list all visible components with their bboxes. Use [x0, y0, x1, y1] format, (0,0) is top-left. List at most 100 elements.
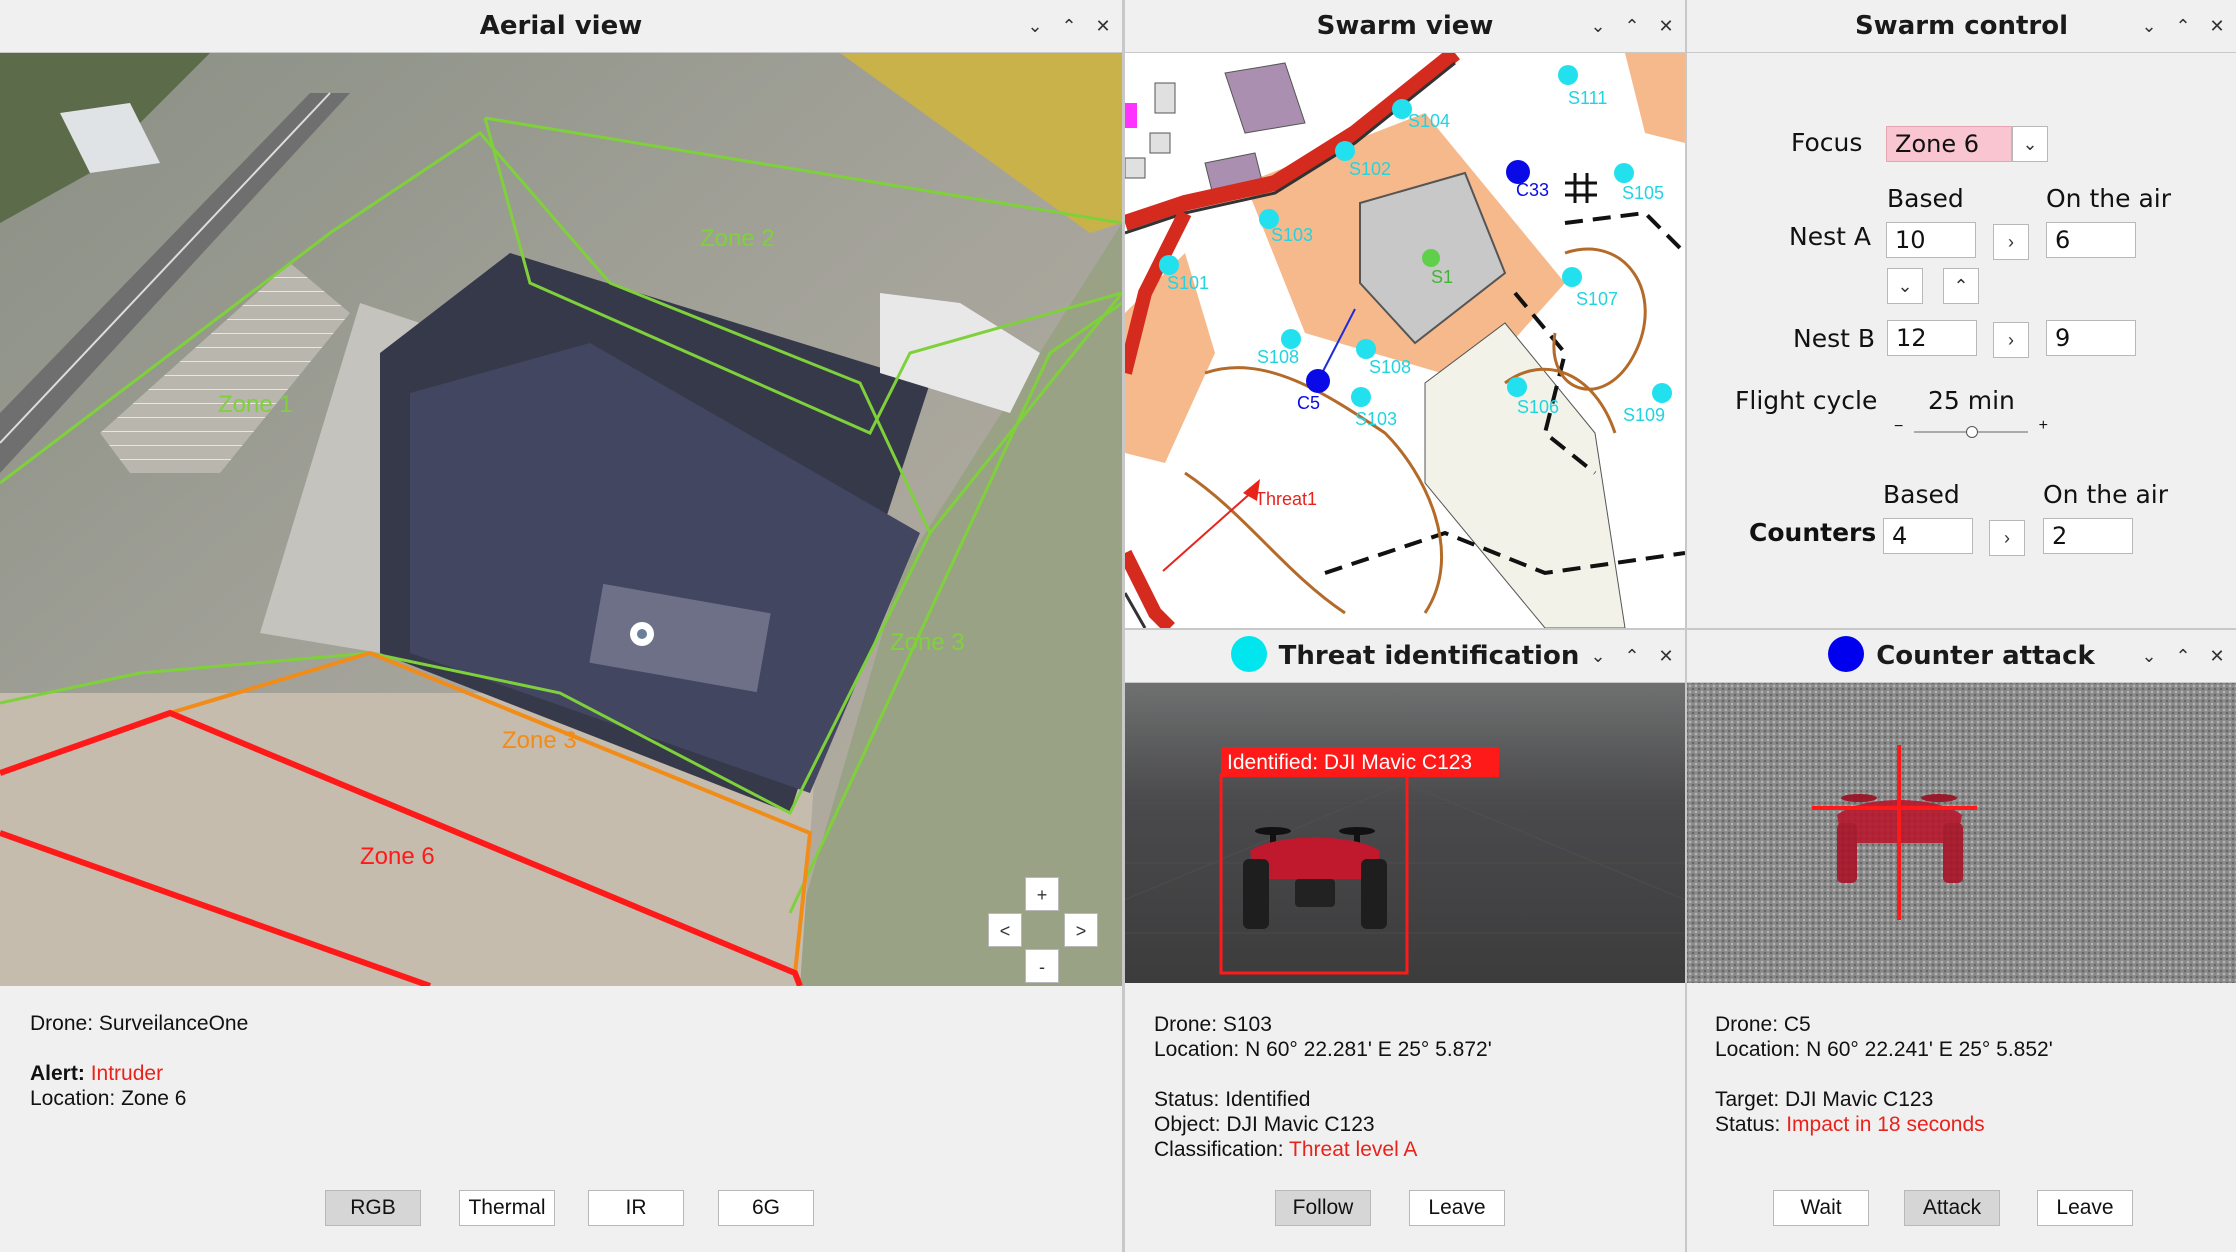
nest-a-increment-button[interactable]: ⌃ — [1943, 268, 1979, 304]
minimize-icon[interactable]: ⌄ — [1589, 638, 1607, 674]
nest-a-air-input[interactable]: 6 — [2046, 222, 2136, 258]
close-icon[interactable]: ✕ — [1657, 638, 1675, 674]
focus-label: Focus — [1791, 128, 1863, 157]
ir-button[interactable]: IR — [588, 1190, 684, 1226]
counters-based-input[interactable]: 4 — [1883, 518, 1973, 554]
aerial-view-title: Aerial view — [479, 11, 643, 41]
aerial-map[interactable]: Zone 2 Zone 1 Zone 3 Zone 3 Zone 6 + < >… — [0, 53, 1122, 986]
chevron-right-icon: › — [2004, 528, 2010, 548]
counter-attack-titlebar: Counter attack ⌄ ⌃ ✕ — [1687, 630, 2236, 683]
aerial-view-panel: Aerial view ⌄ ⌃ ✕ Zone 2 Zone 1 Zone 3 Z… — [0, 0, 1122, 1252]
drone-label-c33: C33 — [1516, 180, 1550, 200]
nest-b-transfer-button[interactable]: › — [1993, 322, 2029, 358]
follow-button[interactable]: Follow — [1275, 1190, 1371, 1226]
drone-label-s107: S107 — [1576, 289, 1619, 309]
close-icon[interactable]: ✕ — [1094, 8, 1112, 44]
threat-id-titlebar: Threat identification ⌄ ⌃ ✕ — [1125, 630, 1685, 683]
nest-b-based-input[interactable]: 12 — [1887, 320, 1977, 356]
attack-button[interactable]: Attack — [1904, 1190, 2000, 1226]
aerial-info: Drone: SurveilanceOne Alert: Intruder Lo… — [30, 1011, 248, 1111]
swarm-view-panel: Swarm view ⌄ ⌃ ✕ S111 S104 C33 S105 S102… — [1125, 0, 1685, 628]
slider-thumb[interactable] — [1966, 426, 1978, 438]
nest-a-transfer-button[interactable]: › — [1993, 224, 2029, 260]
counter-camera-feed — [1687, 683, 2236, 983]
zone-2-label: Zone 2 — [700, 225, 775, 252]
focus-select[interactable]: Zone 6 — [1886, 126, 2012, 162]
detection-label: Identified: DJI Mavic C123 — [1227, 751, 1473, 774]
minimize-icon[interactable]: ⌄ — [1589, 8, 1607, 44]
close-icon[interactable]: ✕ — [2208, 8, 2226, 44]
maximize-icon[interactable]: ⌃ — [1623, 638, 1641, 674]
zoom-out-button[interactable]: - — [1025, 949, 1059, 983]
zone-1-label: Zone 1 — [218, 391, 293, 418]
on-air-column-header: On the air — [2046, 184, 2171, 213]
drone-label-s111: S111 — [1568, 88, 1608, 108]
pan-right-button[interactable]: > — [1064, 913, 1098, 947]
drone-icon — [1243, 827, 1387, 929]
nest-a-decrement-button[interactable]: ⌄ — [1887, 268, 1923, 304]
flight-cycle-label: Flight cycle — [1735, 386, 1878, 415]
swarm-control-titlebar: Swarm control ⌄ ⌃ ✕ — [1687, 0, 2236, 53]
impact-countdown: Impact in 18 seconds — [1786, 1113, 1985, 1136]
drone-label-s102: S102 — [1349, 159, 1392, 179]
maximize-icon[interactable]: ⌃ — [2174, 638, 2192, 674]
drone-label-s101: S101 — [1167, 273, 1210, 293]
counters-air-input[interactable]: 2 — [2043, 518, 2133, 554]
nest-b-label: Nest B — [1793, 324, 1876, 353]
based-column-header: Based — [1887, 184, 1964, 213]
threat-identification-panel: Threat identification ⌄ ⌃ ✕ Identified: … — [1125, 630, 1685, 1252]
flight-cycle-value: 25 min — [1928, 386, 2015, 415]
swarm-control-panel: Swarm control ⌄ ⌃ ✕ Focus Zone 6 ⌄ Based… — [1687, 0, 2236, 628]
threat-object: Object: DJI Mavic C123 — [1154, 1113, 1375, 1136]
zone-3-label-right: Zone 3 — [890, 629, 965, 656]
minimize-icon[interactable]: ⌄ — [1026, 8, 1044, 44]
counter-target: Target: DJI Mavic C123 — [1715, 1088, 1934, 1111]
leave-button[interactable]: Leave — [1409, 1190, 1505, 1226]
aerial-location: Location: Zone 6 — [30, 1087, 187, 1110]
threat-dot-icon — [1230, 636, 1267, 672]
counters-transfer-button[interactable]: › — [1989, 520, 2025, 556]
focus-dropdown-button[interactable]: ⌄ — [2012, 126, 2048, 162]
zoom-in-button[interactable]: + — [1025, 877, 1059, 911]
drone-label-s108b: S108 — [1369, 357, 1412, 377]
counter-status: Status: Impact in 18 seconds — [1715, 1113, 1985, 1136]
threat-drone: Drone: S103 — [1154, 1013, 1272, 1036]
nest-b-air-input[interactable]: 9 — [2046, 320, 2136, 356]
maximize-icon[interactable]: ⌃ — [2174, 8, 2192, 44]
close-icon[interactable]: ✕ — [1657, 8, 1675, 44]
slider-plus-icon[interactable]: + — [2039, 417, 2048, 435]
drone-label-s108: S108 — [1257, 347, 1300, 367]
chevron-right-icon: › — [2008, 330, 2014, 350]
maximize-icon[interactable]: ⌃ — [1060, 8, 1078, 44]
leave-button[interactable]: Leave — [2037, 1190, 2133, 1226]
threat-camera-feed: Identified: DJI Mavic C123 — [1125, 683, 1685, 983]
aerial-drone: Drone: SurveilanceOne — [30, 1012, 249, 1035]
counter-dot-icon — [1828, 636, 1865, 672]
6g-button[interactable]: 6G — [718, 1190, 814, 1226]
pan-left-button[interactable]: < — [988, 913, 1022, 947]
slider-minus-icon[interactable]: − — [1894, 418, 1903, 436]
swarm-view-titlebar: Swarm view ⌄ ⌃ ✕ — [1125, 0, 1685, 53]
counters-label: Counters — [1749, 518, 1877, 547]
counters-based-header: Based — [1883, 480, 1960, 509]
threat-level: Threat level A — [1289, 1138, 1418, 1161]
minimize-icon[interactable]: ⌄ — [2140, 8, 2158, 44]
wait-button[interactable]: Wait — [1773, 1190, 1869, 1226]
close-icon[interactable]: ✕ — [2208, 638, 2226, 674]
rgb-button[interactable]: RGB — [325, 1190, 421, 1226]
drone-label-s103b: S103 — [1355, 409, 1398, 429]
threat-status: Status: Identified — [1154, 1088, 1311, 1111]
nest-a-based-input[interactable]: 10 — [1886, 222, 1976, 258]
flight-cycle-slider[interactable]: − + — [1894, 417, 2048, 444]
counter-attack-panel: Counter attack ⌄ ⌃ ✕ Drone: C5 Location:… — [1687, 630, 2236, 1252]
thermal-button[interactable]: Thermal — [459, 1190, 555, 1226]
counters-air-header: On the air — [2043, 480, 2168, 509]
minimize-icon[interactable]: ⌄ — [2140, 638, 2158, 674]
drone-label-s106: S106 — [1517, 397, 1560, 417]
threat-location: Location: N 60° 22.281' E 25° 5.872' — [1154, 1038, 1492, 1061]
zone-3-label-bottom: Zone 3 — [502, 727, 577, 754]
maximize-icon[interactable]: ⌃ — [1623, 8, 1641, 44]
aerial-view-titlebar: Aerial view ⌄ ⌃ ✕ — [0, 0, 1122, 53]
drone-label-s109: S109 — [1623, 405, 1666, 425]
swarm-map[interactable]: S111 S104 C33 S105 S102 S103 S1 S101 S10… — [1125, 53, 1685, 628]
